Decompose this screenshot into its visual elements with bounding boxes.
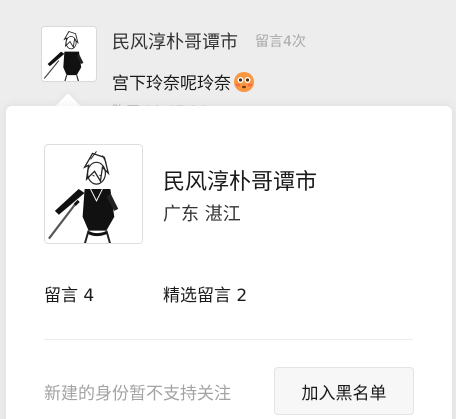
flushed-face-emoji-icon: [233, 71, 255, 93]
divider: [44, 339, 413, 340]
profile-region: 广东 湛江: [163, 204, 241, 225]
manga-character-avatar-icon: [42, 27, 96, 81]
follow-unsupported-note: 新建的身份暂不支持关注: [44, 384, 231, 404]
comment-count-badge: 留言4次: [255, 34, 306, 50]
stat-comments: 留言 4: [44, 286, 95, 306]
add-to-blacklist-button[interactable]: 加入黑名单: [274, 367, 414, 415]
profile-popup-card: 民风淳朴哥谭市 广东 湛江 留言 4 精选留言 2 新建的身份暂不支持关注 加入…: [6, 106, 452, 419]
profile-name: 民风淳朴哥谭市: [163, 170, 318, 195]
comment-avatar[interactable]: [41, 26, 97, 82]
comment-page: 民风淳朴哥谭市 留言4次 宫下玲奈呢玲奈 昨天 12:45:24: [0, 0, 456, 419]
manga-character-avatar-icon: [45, 145, 142, 243]
comment-text: 宫下玲奈呢玲奈: [112, 69, 255, 94]
comment-text-content: 宫下玲奈呢玲奈: [112, 74, 231, 94]
stat-featured-comments: 精选留言 2: [163, 286, 248, 306]
comment-author-name[interactable]: 民风淳朴哥谭市: [112, 28, 238, 54]
profile-avatar: [44, 144, 143, 244]
